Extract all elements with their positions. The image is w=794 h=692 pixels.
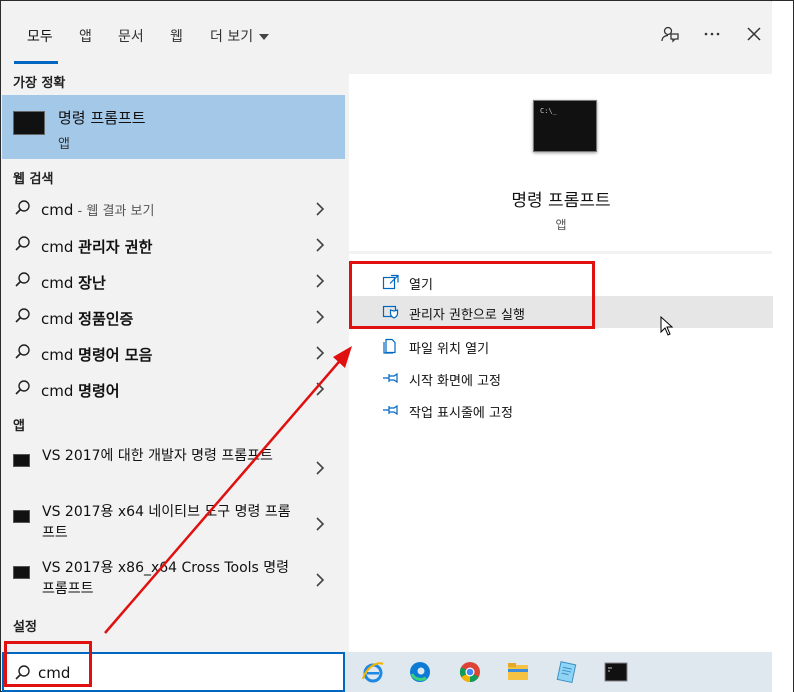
tab-all[interactable]: 모두 xyxy=(27,26,53,46)
file-location-icon xyxy=(383,338,396,354)
edge-icon[interactable] xyxy=(407,659,433,685)
action-pin-to-start[interactable]: 시작 화면에 고정 xyxy=(349,362,773,394)
cmd-icon xyxy=(13,566,30,579)
cmd-icon xyxy=(13,111,45,135)
web-result-item[interactable]: cmd 관리자 권한 xyxy=(2,227,345,263)
chevron-right-icon[interactable] xyxy=(315,573,325,587)
chrome-icon[interactable] xyxy=(457,659,483,685)
action-pin-to-taskbar[interactable]: 작업 표시줄에 고정 xyxy=(349,394,773,426)
search-icon xyxy=(15,344,30,359)
app-result-item[interactable]: VS 2017용 x86_x64 Cross Tools 명령 프롬프트 xyxy=(2,552,345,608)
section-apps: 앱 xyxy=(13,419,25,434)
taskbar xyxy=(345,652,772,692)
app-result-item[interactable]: VS 2017용 x64 네이티브 도구 명령 프롬프트 xyxy=(2,496,345,552)
pin-icon xyxy=(383,404,398,416)
web-result-label: cmd 명령어 xyxy=(41,382,120,400)
action-label: 파일 위치 열기 xyxy=(409,342,490,357)
internet-explorer-icon[interactable] xyxy=(360,659,386,685)
mouse-cursor-icon xyxy=(660,316,674,336)
chevron-right-icon[interactable] xyxy=(315,238,325,252)
web-result-item[interactable]: cmd 정품인증 xyxy=(2,299,345,335)
cmd-icon: C:\_ xyxy=(533,100,597,152)
background-window-edge xyxy=(771,1,793,692)
tab-documents[interactable]: 문서 xyxy=(118,26,144,46)
best-match-subtitle: 앱 xyxy=(58,137,70,152)
web-result-label: cmd 명령어 모음 xyxy=(41,346,153,364)
best-match-title: 명령 프롬프트 xyxy=(58,109,146,127)
search-icon xyxy=(15,200,30,215)
tab-more-label: 더 보기 xyxy=(210,29,254,45)
chevron-right-icon[interactable] xyxy=(315,346,325,360)
preview-panel: C:\_ 명령 프롬프트 앱 열기 관리자 권한으로 실행 파일 위치 열기 시… xyxy=(345,64,773,652)
pin-icon xyxy=(383,372,398,384)
search-icon xyxy=(15,236,30,251)
web-result-item[interactable]: cmd 명령어 모음 xyxy=(2,335,345,371)
section-best-match: 가장 정확 xyxy=(13,76,66,91)
cmd-icon xyxy=(13,510,30,523)
cmd-icon[interactable] xyxy=(603,659,629,685)
file-explorer-icon[interactable] xyxy=(505,659,531,685)
web-result-label: cmd 정품인증 xyxy=(41,310,134,328)
best-match-item[interactable]: 명령 프롬프트 앱 xyxy=(2,95,345,159)
chevron-down-icon xyxy=(259,34,270,40)
preview-title: 명령 프롬프트 xyxy=(511,191,611,211)
section-settings: 설정 xyxy=(13,620,37,635)
app-result-label: VS 2017에 대한 개발자 명령 프롬프트 xyxy=(42,448,273,464)
web-result-label: cmd - 웹 결과 보기 xyxy=(41,201,155,219)
web-result-item[interactable]: cmd 장난 xyxy=(2,263,345,299)
search-icon xyxy=(15,380,30,395)
chevron-right-icon[interactable] xyxy=(315,461,325,475)
results-panel: 가장 정확 명령 프롬프트 앱 웹 검색 cmd - 웹 결과 보기 cmd 관… xyxy=(2,64,345,652)
chevron-right-icon[interactable] xyxy=(315,202,325,216)
tab-more[interactable]: 더 보기 xyxy=(210,26,270,46)
annotation-box-search xyxy=(4,641,92,687)
tab-apps[interactable]: 앱 xyxy=(79,26,92,46)
chevron-right-icon[interactable] xyxy=(315,382,325,396)
chevron-right-icon[interactable] xyxy=(315,310,325,324)
action-label: 시작 화면에 고정 xyxy=(409,374,501,389)
annotation-box-actions xyxy=(349,261,595,329)
section-web-search: 웹 검색 xyxy=(13,172,54,187)
web-result-label: cmd 관리자 권한 xyxy=(41,238,153,256)
action-open-file-location[interactable]: 파일 위치 열기 xyxy=(349,330,773,362)
start-search-window: 모두 앱 문서 웹 더 보기 가장 정확 명령 프롬프트 앱 웹 검색 cmd … xyxy=(0,0,794,692)
feedback-icon[interactable] xyxy=(658,24,682,48)
app-result-item[interactable]: VS 2017에 대한 개발자 명령 프롬프트 xyxy=(2,440,345,496)
web-result-label: cmd 장난 xyxy=(41,274,106,292)
filter-tab-bar: 모두 앱 문서 웹 더 보기 xyxy=(2,2,772,64)
more-options-icon[interactable] xyxy=(700,24,724,48)
chevron-right-icon[interactable] xyxy=(315,274,325,288)
preview-card: C:\_ 명령 프롬프트 앱 xyxy=(349,74,773,251)
app-result-label: VS 2017용 x86_x64 Cross Tools 명령 프롬프트 xyxy=(42,560,290,597)
close-icon[interactable] xyxy=(742,24,766,48)
cmd-icon xyxy=(13,454,30,467)
search-icon xyxy=(15,272,30,287)
action-label: 작업 표시줄에 고정 xyxy=(409,406,513,421)
preview-subtitle: 앱 xyxy=(555,218,567,232)
chevron-right-icon[interactable] xyxy=(315,517,325,531)
web-result-item[interactable]: cmd - 웹 결과 보기 xyxy=(2,191,345,227)
web-result-item[interactable]: cmd 명령어 xyxy=(2,371,345,407)
search-icon xyxy=(15,308,30,323)
app-result-label: VS 2017용 x64 네이티브 도구 명령 프롬프트 xyxy=(42,504,291,541)
tab-web[interactable]: 웹 xyxy=(170,26,183,46)
notepad-icon[interactable] xyxy=(553,659,579,685)
